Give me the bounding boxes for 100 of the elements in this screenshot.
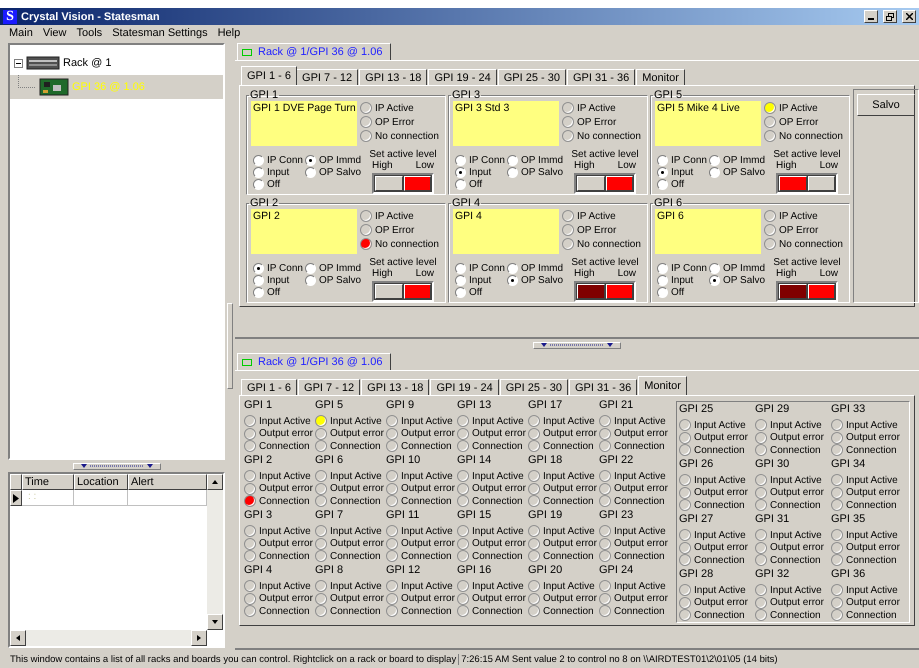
- radio-button[interactable]: [657, 178, 668, 190]
- menu-item[interactable]: View: [38, 27, 72, 39]
- tab[interactable]: GPI 19 - 24: [430, 379, 499, 395]
- collapse-icon[interactable]: [14, 58, 23, 68]
- gpi-name-field[interactable]: GPI 4: [453, 209, 559, 254]
- radio-button[interactable]: [709, 274, 720, 286]
- high-level-button[interactable]: [375, 284, 402, 299]
- low-level-button[interactable]: [808, 176, 835, 191]
- low-level-button[interactable]: [808, 284, 835, 299]
- gpi-title: GPI 1: [244, 398, 274, 413]
- tab[interactable]: GPI 7 - 12: [296, 69, 358, 85]
- radio-button[interactable]: [455, 154, 466, 166]
- close-button[interactable]: [902, 10, 916, 23]
- radio-button[interactable]: [657, 166, 668, 178]
- row-selector[interactable]: [10, 490, 22, 506]
- high-level-button[interactable]: [375, 176, 402, 191]
- document-tab[interactable]: Rack @ 1/GPI 36 @ 1.06: [237, 43, 392, 60]
- radio-button[interactable]: [253, 286, 264, 298]
- splitter-handle[interactable]: [227, 302, 233, 388]
- radio-button[interactable]: [657, 154, 668, 166]
- tab[interactable]: GPI 31 - 36: [566, 69, 636, 85]
- radio-button[interactable]: [507, 154, 518, 166]
- indicator-label: Output error: [330, 428, 384, 440]
- radio-button[interactable]: [657, 274, 668, 286]
- high-level-button[interactable]: [779, 284, 806, 299]
- gpi-name-field[interactable]: GPI 1 DVE Page Turn: [251, 101, 357, 146]
- radio-button[interactable]: [253, 178, 264, 190]
- low-label: Low: [416, 160, 434, 171]
- tab[interactable]: GPI 19 - 24: [428, 69, 497, 85]
- tab[interactable]: GPI 7 - 12: [298, 379, 360, 395]
- low-level-button[interactable]: [404, 284, 431, 299]
- tab[interactable]: GPI 31 - 36: [568, 379, 638, 395]
- app-logo: S: [3, 10, 17, 24]
- radio-button[interactable]: [507, 166, 518, 178]
- radio-button[interactable]: [253, 166, 264, 178]
- high-level-button[interactable]: [577, 176, 604, 191]
- menu-item[interactable]: Statesman Settings: [107, 27, 213, 39]
- menu-item[interactable]: Help: [212, 27, 246, 39]
- gpi-title: GPI 17: [528, 398, 564, 413]
- gpi-name-field[interactable]: GPI 2: [251, 209, 357, 254]
- tab[interactable]: Monitor: [638, 376, 687, 395]
- radio-button[interactable]: [455, 262, 466, 274]
- low-level-button[interactable]: [606, 284, 633, 299]
- column-header[interactable]: Time: [22, 474, 74, 490]
- salvo-button[interactable]: Salvo: [857, 94, 915, 116]
- menu-item[interactable]: Tools: [72, 27, 108, 39]
- menu-item[interactable]: Main: [4, 27, 38, 39]
- indicator-label: Connection: [694, 554, 745, 566]
- low-level-button[interactable]: [606, 176, 633, 191]
- radio-button[interactable]: [709, 166, 720, 178]
- gpi-name-field[interactable]: GPI 6: [655, 209, 761, 254]
- document-tab[interactable]: Rack @ 1/GPI 36 @ 1.06: [237, 353, 392, 370]
- radio-button[interactable]: [657, 262, 668, 274]
- tab[interactable]: GPI 13 - 18: [359, 69, 428, 85]
- tab[interactable]: GPI 25 - 30: [498, 69, 566, 85]
- high-level-button[interactable]: [577, 284, 604, 299]
- tab[interactable]: GPI 1 - 6: [241, 379, 298, 395]
- horizontal-scrollbar[interactable]: [10, 630, 207, 646]
- radio-button[interactable]: [253, 262, 264, 274]
- column-header[interactable]: Alert: [128, 474, 207, 490]
- minimize-button[interactable]: [864, 10, 878, 23]
- radio-button[interactable]: [455, 286, 466, 298]
- tree-item[interactable]: Rack @ 1: [63, 57, 112, 69]
- gpi-name-field[interactable]: GPI 3 Std 3: [453, 101, 559, 146]
- high-label: High: [776, 160, 797, 171]
- high-level-button[interactable]: [779, 176, 806, 191]
- indicator-label: IP Active: [577, 210, 616, 222]
- radio-button[interactable]: [709, 154, 720, 166]
- radio-button[interactable]: [253, 154, 264, 166]
- radio-label: OP Immd: [723, 154, 766, 166]
- restore-button[interactable]: [883, 10, 897, 23]
- indicator-label: Output error: [543, 428, 597, 440]
- radio-button[interactable]: [507, 274, 518, 286]
- radio-button[interactable]: [305, 262, 316, 274]
- column-header[interactable]: Location: [74, 474, 128, 490]
- radio-button[interactable]: [305, 274, 316, 286]
- indicator-label: Output error: [614, 538, 668, 550]
- radio-button[interactable]: [455, 274, 466, 286]
- tab[interactable]: GPI 1 - 6: [241, 66, 298, 85]
- tab[interactable]: Monitor: [636, 69, 685, 85]
- indicator-label: OP Error: [577, 116, 616, 128]
- radio-button[interactable]: [305, 154, 316, 166]
- indicator-label: Input Active: [472, 580, 524, 592]
- tab[interactable]: GPI 25 - 30: [500, 379, 568, 395]
- radio-button[interactable]: [455, 178, 466, 190]
- tab[interactable]: GPI 13 - 18: [361, 379, 430, 395]
- vertical-scrollbar[interactable]: [207, 474, 223, 630]
- radio-button[interactable]: [507, 262, 518, 274]
- splitter-handle[interactable]: [72, 462, 160, 470]
- low-level-button[interactable]: [404, 176, 431, 191]
- indicator-label: Input Active: [770, 530, 822, 541]
- radio-button[interactable]: [657, 286, 668, 298]
- radio-button[interactable]: [253, 274, 264, 286]
- radio-button[interactable]: [455, 166, 466, 178]
- radio-button[interactable]: [709, 262, 720, 274]
- gpi-name-field[interactable]: GPI 5 Mike 4 Live: [655, 101, 761, 146]
- indicator-label: Connection: [401, 496, 452, 507]
- gpi-title: GPI 33: [831, 402, 866, 417]
- splitter-handle[interactable]: [533, 342, 621, 348]
- radio-button[interactable]: [305, 166, 316, 178]
